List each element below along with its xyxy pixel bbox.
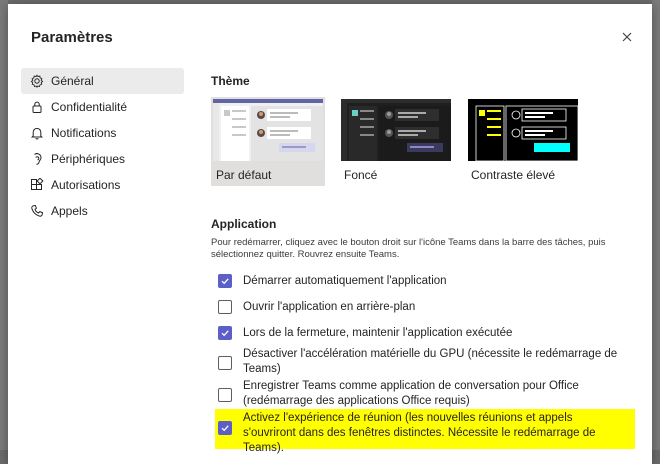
sidebar-item-label: Notifications [51,126,117,140]
close-button[interactable] [618,28,636,46]
checkbox-meeting-experience[interactable] [218,421,232,435]
checkbox-register-chat-app[interactable] [218,388,232,402]
theme-option-dark[interactable]: Foncé [341,99,451,182]
sidebar-item-devices[interactable]: Périphériques [21,146,184,172]
sidebar-item-privacy[interactable]: Confidentialité [21,94,184,120]
checkmark-icon [221,425,229,432]
theme-thumbnail-dark [341,99,451,161]
theme-option-high-contrast[interactable]: Contraste élevé [468,99,578,182]
option-meeting-experience[interactable]: Activez l'expérience de réunion (les nou… [218,411,623,456]
theme-label: Par défaut [216,168,272,182]
option-auto-start[interactable]: Démarrer automatiquement l'application [218,274,447,289]
theme-thumbnail-default [213,99,323,161]
backdrop-left [0,0,8,450]
bell-icon [30,126,44,140]
option-label: Lors de la fermeture, maintenir l'applic… [243,327,513,339]
apps-icon [30,178,44,192]
sidebar-item-general[interactable]: Général [21,68,184,94]
option-label: Ouvrir l'application en arrière-plan [243,301,416,313]
option-open-background[interactable]: Ouvrir l'application en arrière-plan [218,300,415,315]
checkbox-keep-running[interactable] [218,326,232,340]
checkbox-disable-gpu[interactable] [218,356,232,370]
option-label: Démarrer automatiquement l'application [243,275,447,287]
restart-hint: Pour redémarrer, cliquez avec le bouton … [211,237,606,260]
sidebar-item-permissions[interactable]: Autorisations [21,172,184,198]
theme-option-default[interactable]: Par défaut [211,97,325,186]
sidebar-item-label: Confidentialité [51,100,128,114]
close-icon [622,32,632,42]
sidebar-item-label: Autorisations [51,178,121,192]
option-label: Activez l'expérience de réunion (les nou… [243,412,596,454]
option-label: Enregistrer Teams comme application de c… [243,380,579,407]
lock-icon [30,100,44,114]
checkbox-auto-start[interactable] [218,274,232,288]
backdrop-right [652,0,660,450]
theme-label: Contraste élevé [471,168,556,182]
dialog-title: Paramètres [31,29,113,46]
sidebar-item-label: Appels [51,204,88,218]
gear-icon [30,74,44,88]
phone-icon [30,204,44,218]
option-keep-running[interactable]: Lors de la fermeture, maintenir l'applic… [218,326,512,341]
checkbox-open-background[interactable] [218,300,232,314]
theme-label: Foncé [344,168,378,182]
option-label: Désactiver l'accélération matérielle du … [243,348,618,375]
settings-dialog: Paramètres Général Confidentialité Notif… [8,4,652,464]
sidebar-item-notifications[interactable]: Notifications [21,120,184,146]
sidebar-item-label: Général [51,74,94,88]
option-register-chat-app[interactable]: Enregistrer Teams comme application de c… [218,379,623,409]
settings-sidebar: Général Confidentialité Notifications Pé… [21,68,184,224]
checkmark-icon [221,330,229,337]
sidebar-item-label: Périphériques [51,152,126,166]
checkmark-icon [221,278,229,285]
application-section-title: Application [211,217,277,231]
devices-icon [30,152,44,166]
option-disable-gpu[interactable]: Désactiver l'accélération matérielle du … [218,347,623,377]
sidebar-item-calls[interactable]: Appels [21,198,184,224]
theme-thumbnail-high-contrast [468,99,578,161]
theme-section-title: Thème [211,74,250,88]
